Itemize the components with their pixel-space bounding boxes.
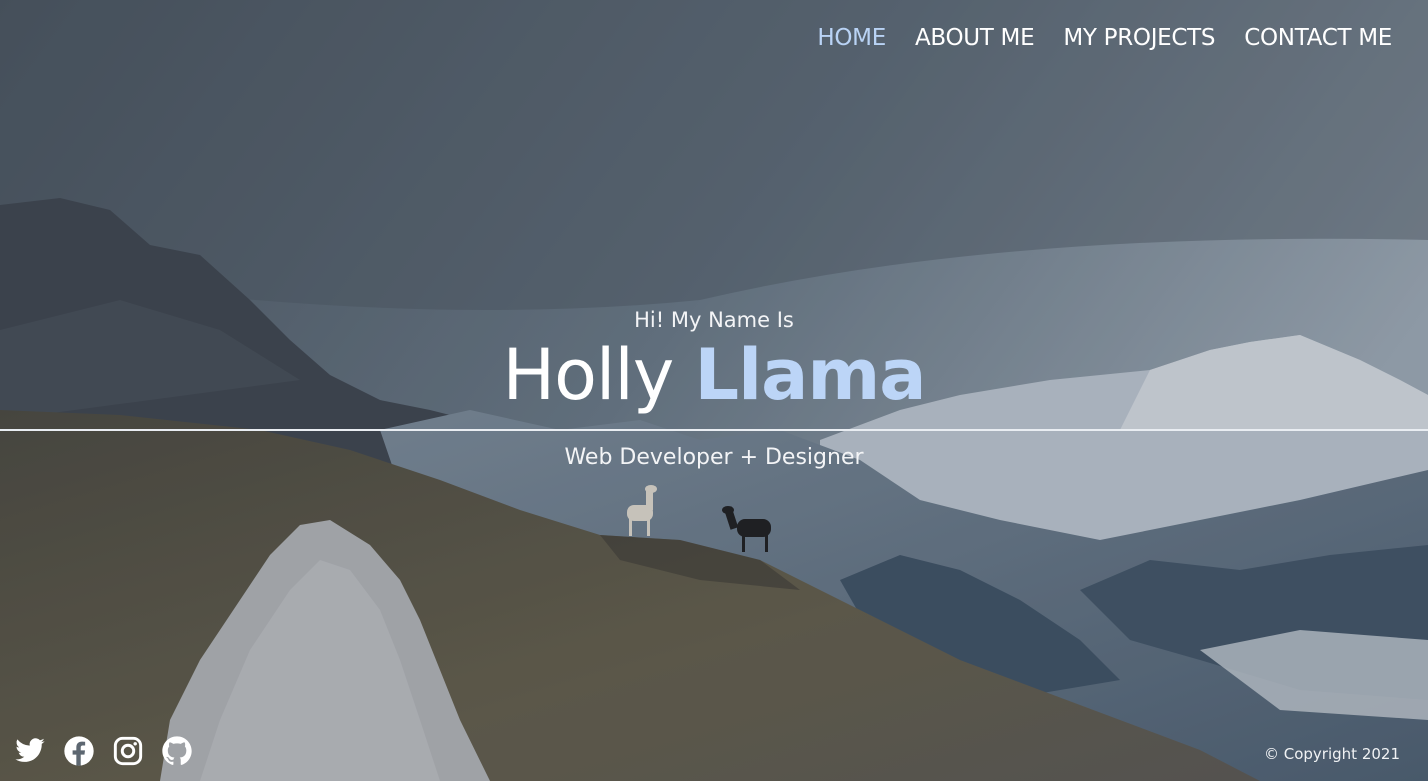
main-nav: HOME ABOUT ME MY PROJECTS CONTACT ME: [788, 22, 1392, 54]
nav-item-contact-me[interactable]: CONTACT ME: [1244, 22, 1392, 54]
instagram-icon[interactable]: [112, 735, 144, 767]
hero-name: Holly Llama: [0, 330, 1428, 420]
hero-greeting: Hi! My Name Is: [634, 308, 794, 332]
hero-tagline: Web Developer + Designer: [564, 445, 864, 470]
facebook-icon[interactable]: [63, 735, 95, 767]
hero-divider: [0, 429, 1428, 431]
nav-item-my-projects[interactable]: MY PROJECTS: [1063, 22, 1215, 54]
github-icon[interactable]: [161, 735, 193, 767]
social-links: [14, 735, 193, 767]
nav-item-about-me[interactable]: ABOUT ME: [915, 22, 1035, 54]
twitter-icon[interactable]: [14, 735, 46, 767]
hero-last-name: Llama: [694, 334, 927, 416]
nav-item-home[interactable]: HOME: [817, 22, 886, 54]
copyright-text: © Copyright 2021: [1263, 745, 1400, 763]
hero-first-name: Holly: [502, 334, 674, 416]
